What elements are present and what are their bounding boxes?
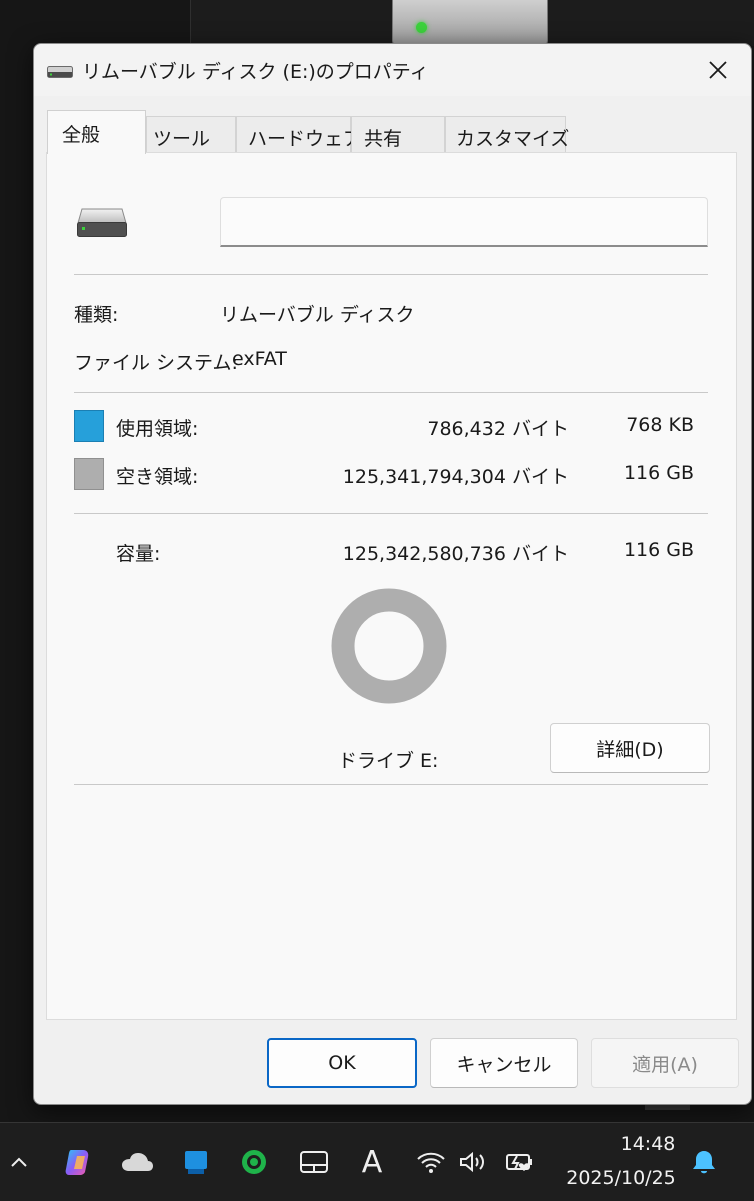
clock-date[interactable]: 2025/10/25 (560, 1167, 682, 1189)
properties-dialog: リムーバブル ディスク (E:)のプロパティ 全般 ツール ハードウェア 共有 … (33, 43, 752, 1105)
tab-sharing[interactable]: 共有 (351, 116, 445, 152)
tab-customize[interactable]: カスタマイズ (445, 116, 570, 152)
battery-button[interactable] (500, 1123, 540, 1201)
used-space-size: 768 KB (626, 414, 694, 436)
tab-label: ツール (153, 128, 211, 150)
tab-general[interactable]: 全般 (47, 110, 146, 154)
apply-button[interactable]: 適用(A) (591, 1038, 739, 1088)
removable-disk-icon (77, 208, 127, 237)
capacity-size: 116 GB (623, 539, 694, 561)
used-space-label: 使用領域: (116, 418, 199, 440)
free-space-label: 空き領域: (116, 466, 199, 488)
separator (74, 784, 708, 785)
used-space-bytes: 786,432 バイト (427, 418, 569, 440)
type-label: 種類: (74, 304, 119, 326)
notification-button[interactable] (686, 1123, 722, 1201)
taskbar: A 14:48 2025/10/25 (0, 1122, 754, 1201)
background-drive-image (392, 0, 548, 45)
chevron-up-icon (11, 1157, 27, 1167)
dialog-title: リムーバブル ディスク (E:)のプロパティ (82, 61, 429, 83)
type-value: リムーバブル ディスク (220, 304, 415, 326)
ime-icon[interactable]: A (352, 1123, 392, 1201)
onedrive-icon (122, 1153, 153, 1171)
tab-label: 全般 (62, 124, 101, 146)
separator (74, 274, 708, 275)
touchpad-icon (300, 1151, 328, 1173)
filesystem-label: ファイル システム: (74, 352, 238, 374)
close-button[interactable] (694, 48, 742, 92)
capacity-bytes: 125,342,580,736 バイト (342, 543, 569, 565)
used-space-swatch (74, 410, 104, 442)
volume-icon (460, 1151, 484, 1173)
show-hidden-icons-button[interactable] (4, 1123, 34, 1201)
notification-bell-icon (693, 1151, 715, 1174)
drive-letter-label: ドライブ E: (338, 750, 439, 772)
tab-hardware[interactable]: ハードウェア (236, 116, 362, 152)
capacity-label: 容量: (116, 543, 161, 565)
tab-tools[interactable]: ツール (146, 116, 236, 152)
free-space-ring (331, 588, 447, 704)
drive-icon (47, 66, 73, 78)
clock-time[interactable]: 14:48 (618, 1133, 678, 1155)
close-icon (709, 61, 727, 79)
app-blue-icon (185, 1151, 207, 1174)
volume-name-input[interactable] (220, 197, 708, 247)
free-space-size: 116 GB (623, 462, 694, 484)
volume-button[interactable] (454, 1123, 492, 1201)
tab-label: 共有 (364, 128, 403, 150)
separator (74, 513, 708, 514)
taskbar-app-button[interactable] (234, 1123, 274, 1201)
ok-button[interactable]: OK (267, 1038, 417, 1088)
details-button[interactable]: 詳細(D) (550, 723, 710, 773)
background-drive-led (416, 22, 427, 33)
cancel-button[interactable]: キャンセル (430, 1038, 578, 1088)
free-space-bytes: 125,341,794,304 バイト (342, 466, 569, 488)
wifi-icon (417, 1152, 445, 1173)
title-bar[interactable]: リムーバブル ディスク (E:)のプロパティ (34, 44, 751, 96)
copilot-icon (65, 1150, 89, 1175)
app-green-circle-icon (242, 1150, 266, 1174)
free-space-swatch (74, 458, 104, 490)
filesystem-value: exFAT (232, 348, 287, 370)
battery-icon (506, 1154, 532, 1171)
tab-label: カスタマイズ (456, 128, 570, 150)
general-tab-panel (46, 152, 737, 1020)
usage-donut-chart (331, 588, 447, 704)
separator (74, 392, 708, 393)
touchpad-button[interactable] (294, 1123, 334, 1201)
tab-label: ハードウェア (248, 128, 363, 150)
taskbar-app-button[interactable] (176, 1123, 216, 1201)
onedrive-button[interactable] (116, 1123, 158, 1201)
network-button[interactable] (412, 1123, 450, 1201)
copilot-button[interactable] (58, 1123, 98, 1201)
